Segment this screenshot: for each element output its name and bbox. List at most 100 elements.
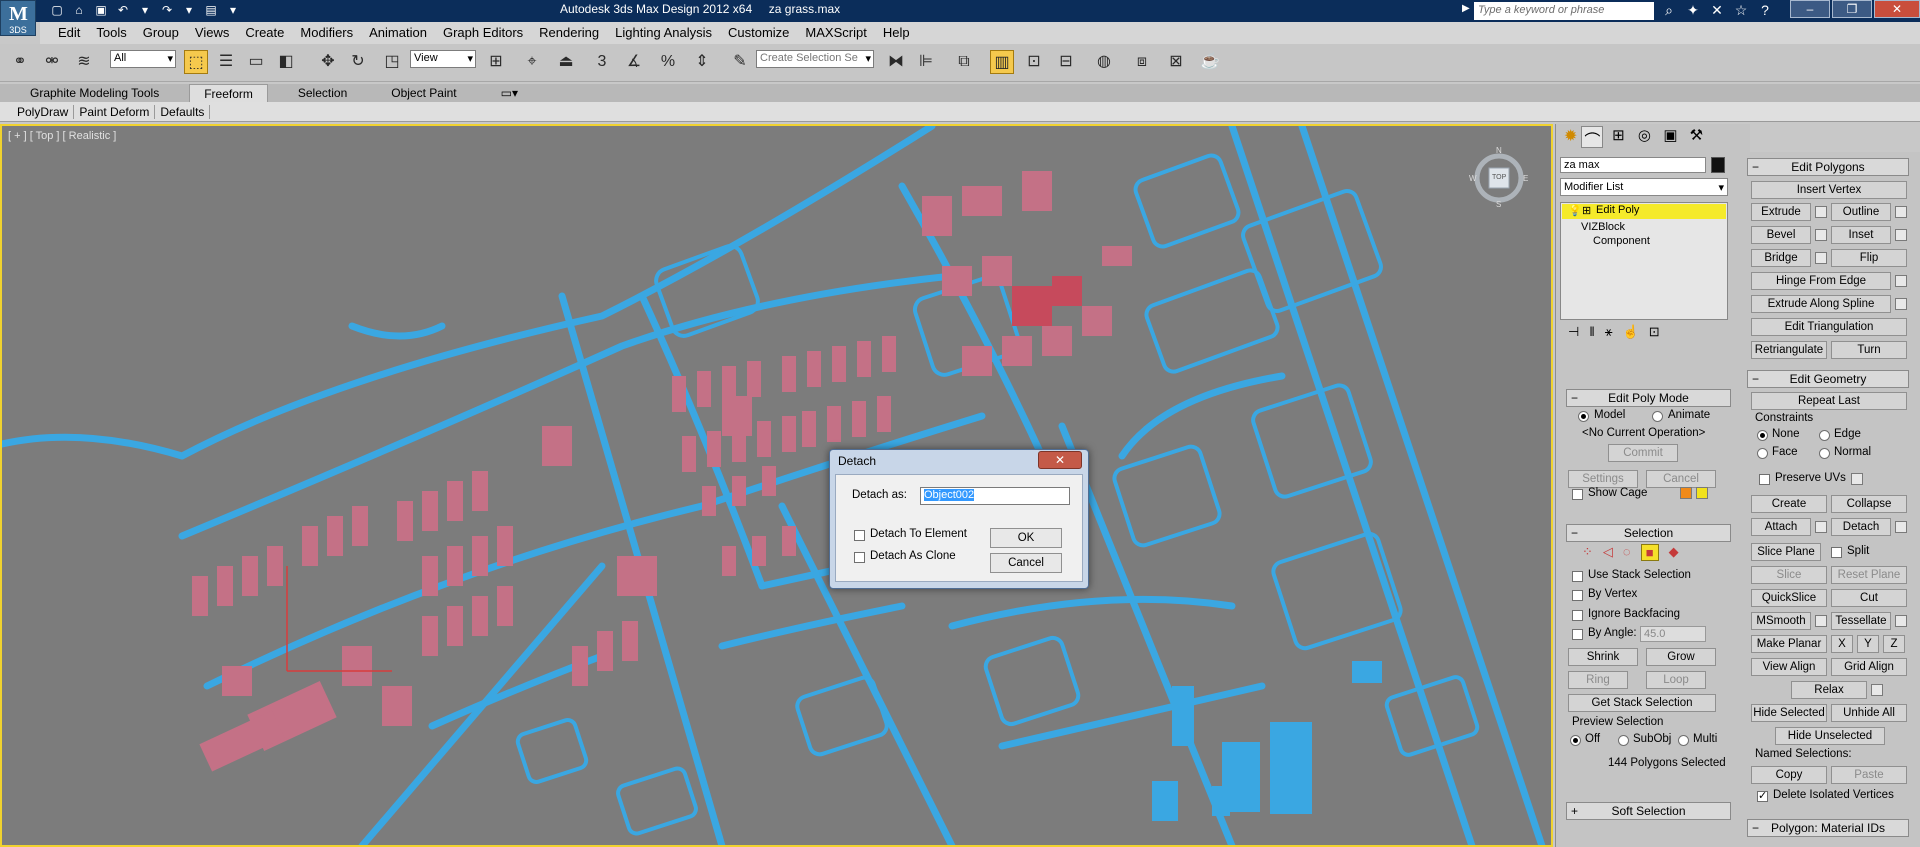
select-and-link-icon[interactable]: ⚭ <box>8 50 32 74</box>
close-window-button[interactable]: ✕ <box>1874 0 1920 18</box>
select-by-name-icon[interactable]: ☰ <box>214 50 238 74</box>
keyboard-shortcut-override-icon[interactable]: ⏏ <box>554 50 578 74</box>
detach-settings-icon[interactable] <box>1895 521 1907 533</box>
preview-subobj-radio[interactable] <box>1618 735 1629 746</box>
select-and-rotate-icon[interactable]: ↻ <box>346 50 370 74</box>
bridge-button[interactable]: Bridge <box>1751 249 1811 267</box>
stack-item-edit-poly[interactable]: Edit Poly 💡 ⊞ <box>1562 204 1726 219</box>
insert-vertex-button[interactable]: Insert Vertex <box>1751 181 1907 199</box>
settings-button[interactable]: Settings <box>1568 470 1638 488</box>
pin-stack-icon[interactable]: ⊣ <box>1568 324 1579 344</box>
collapse-button[interactable]: Collapse <box>1831 495 1907 513</box>
unlink-icon[interactable]: ⚮ <box>40 50 64 74</box>
angle-snap-icon[interactable]: ∡ <box>622 50 646 74</box>
preview-multi-radio[interactable] <box>1678 735 1689 746</box>
window-crossing-icon[interactable]: ◧ <box>274 50 298 74</box>
bridge-settings-icon[interactable] <box>1815 252 1827 264</box>
relax-button[interactable]: Relax <box>1791 681 1867 699</box>
detach-name-input[interactable]: Object002 <box>920 487 1070 505</box>
tab-freeform[interactable]: Freeform <box>189 84 268 102</box>
grid-align-button[interactable]: Grid Align <box>1831 658 1907 676</box>
cut-button[interactable]: Cut <box>1831 589 1907 607</box>
tab-object-paint[interactable]: Object Paint <box>377 84 470 102</box>
manage-layers-icon[interactable]: ⧉ <box>952 50 976 74</box>
search-expand-icon[interactable]: ▶ <box>1462 3 1470 14</box>
menu-graph-editors[interactable]: Graph Editors <box>435 22 531 44</box>
redo-icon[interactable]: ↷ <box>158 2 176 19</box>
planar-y-button[interactable]: Y <box>1857 635 1879 653</box>
rectangular-selection-icon[interactable]: ▭ <box>244 50 268 74</box>
select-object-icon[interactable]: ⬚ <box>184 50 208 74</box>
edit-named-selection-icon[interactable]: ✎ <box>728 50 752 74</box>
select-and-scale-icon[interactable]: ◳ <box>380 50 404 74</box>
unhide-all-button[interactable]: Unhide All <box>1831 704 1907 722</box>
named-selection-sets-dropdown[interactable]: Create Selection Se ▾ <box>756 50 874 68</box>
selected-cage-color-swatch[interactable] <box>1696 487 1708 499</box>
top-viewport[interactable]: [ + ] [ Top ] [ Realistic ] TOP N W E S <box>0 124 1553 847</box>
reference-coordinate-dropdown[interactable]: View ▾ <box>410 50 476 68</box>
tessellate-settings-icon[interactable] <box>1895 615 1907 627</box>
show-end-result-icon[interactable]: ‖ <box>1589 324 1594 344</box>
spinner-snap-icon[interactable]: ⇕ <box>690 50 714 74</box>
relax-settings-icon[interactable] <box>1871 684 1883 696</box>
grow-button[interactable]: Grow <box>1646 648 1716 666</box>
show-cage-checkbox[interactable] <box>1572 489 1583 500</box>
cancel-button[interactable]: Cancel <box>990 553 1062 573</box>
inset-button[interactable]: Inset <box>1831 226 1891 244</box>
loop-button[interactable]: Loop <box>1646 671 1706 689</box>
retriangulate-button[interactable]: Retriangulate <box>1751 341 1827 359</box>
minimize-button[interactable]: – <box>1790 0 1830 18</box>
attach-list-icon[interactable] <box>1815 521 1827 533</box>
ok-button[interactable]: OK <box>990 528 1062 548</box>
stack-item-vizblock[interactable]: VIZBlock <box>1581 221 1625 233</box>
application-button[interactable]: M 3DS <box>0 0 36 36</box>
communication-center-icon[interactable]: ✕ <box>1708 2 1726 19</box>
menu-rendering[interactable]: Rendering <box>531 22 607 44</box>
menu-modifiers[interactable]: Modifiers <box>292 22 361 44</box>
soft-selection-rollout[interactable]: + Soft Selection <box>1566 802 1731 820</box>
view-align-button[interactable]: View Align <box>1751 658 1827 676</box>
border-level-icon[interactable]: ◌ <box>1623 544 1631 561</box>
detach-button[interactable]: Detach <box>1831 518 1891 536</box>
reset-plane-button[interactable]: Reset Plane <box>1831 566 1907 584</box>
split-checkbox[interactable] <box>1831 547 1842 558</box>
model-radio[interactable] <box>1578 411 1589 422</box>
vertex-level-icon[interactable]: ⁘ <box>1582 544 1593 561</box>
by-angle-checkbox[interactable] <box>1572 629 1583 640</box>
percent-snap-icon[interactable]: % <box>656 50 680 74</box>
quickslice-button[interactable]: QuickSlice <box>1751 589 1827 607</box>
undo-icon[interactable]: ↶ <box>114 2 132 19</box>
viewport-label[interactable]: [ + ] [ Top ] [ Realistic ] <box>8 130 116 142</box>
bevel-settings-icon[interactable] <box>1815 229 1827 241</box>
utilities-tab-icon[interactable]: ⚒ <box>1685 126 1707 148</box>
curve-editor-icon[interactable]: ⊡ <box>1022 50 1046 74</box>
render-setup-icon[interactable]: ⧈ <box>1130 50 1154 74</box>
redo-dropdown-icon[interactable]: ▾ <box>180 2 198 19</box>
polydraw-button[interactable]: PolyDraw <box>12 104 75 119</box>
planar-x-button[interactable]: X <box>1831 635 1853 653</box>
hinge-settings-icon[interactable] <box>1895 275 1907 287</box>
outline-button[interactable]: Outline <box>1831 203 1891 221</box>
outline-settings-icon[interactable] <box>1895 206 1907 218</box>
align-icon[interactable]: ⊫ <box>914 50 938 74</box>
constraint-edge-radio[interactable] <box>1819 430 1830 441</box>
menu-create[interactable]: Create <box>237 22 292 44</box>
tab-graphite-modeling-tools[interactable]: Graphite Modeling Tools <box>16 84 173 102</box>
repeat-last-button[interactable]: Repeat Last <box>1751 392 1907 410</box>
edit-triangulation-button[interactable]: Edit Triangulation <box>1751 318 1907 336</box>
quick-access-dropdown-icon[interactable]: ▾ <box>224 2 242 19</box>
open-file-icon[interactable]: ⌂ <box>70 2 88 19</box>
menu-edit[interactable]: Edit <box>50 22 88 44</box>
modifier-list-dropdown[interactable]: Modifier List ▾ <box>1560 178 1728 196</box>
constraint-none-radio[interactable] <box>1757 430 1768 441</box>
preview-off-radio[interactable] <box>1570 735 1581 746</box>
polygon-level-icon[interactable]: ■ <box>1640 544 1659 561</box>
material-ids-rollout[interactable]: − Polygon: Material IDs <box>1747 819 1909 837</box>
display-tab-icon[interactable]: ▣ <box>1659 126 1681 148</box>
create-tab-icon[interactable]: ✹ <box>1564 126 1577 148</box>
menu-views[interactable]: Views <box>187 22 237 44</box>
ring-button[interactable]: Ring <box>1568 671 1628 689</box>
paste-named-selection-button[interactable]: Paste <box>1831 766 1907 784</box>
select-and-move-icon[interactable]: ✥ <box>316 50 340 74</box>
binoculars-icon[interactable]: ⌕ <box>1660 2 1678 19</box>
